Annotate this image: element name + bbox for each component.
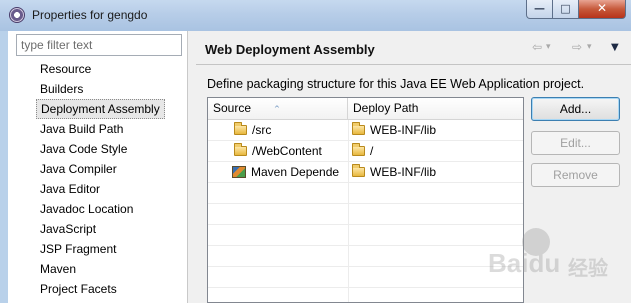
- tree-item-java-build-path[interactable]: Java Build Path: [36, 119, 165, 139]
- header-divider: [196, 64, 631, 65]
- table-row[interactable]: /WebContent /: [208, 141, 523, 162]
- watermark-text: Baidu: [488, 248, 561, 278]
- baidu-jingyan-watermark: Baidu 经验: [470, 226, 628, 280]
- folder-icon: [352, 164, 365, 177]
- column-header-source-label: Source: [213, 101, 252, 115]
- close-icon: ✕: [596, 1, 608, 15]
- tree-item-deployment-assembly[interactable]: Deployment Assembly: [36, 99, 165, 119]
- tree-item-java-editor[interactable]: Java Editor: [36, 179, 165, 199]
- table-row[interactable]: /src WEB-INF/lib: [208, 120, 523, 141]
- title-bar: Properties for gengdo — □ ✕: [0, 0, 631, 31]
- column-header-deploy-path[interactable]: Deploy Path: [348, 98, 523, 119]
- tree-item-resource[interactable]: Resource: [36, 59, 165, 79]
- tree-item-javascript[interactable]: JavaScript: [36, 219, 165, 239]
- source-label: /WebContent: [252, 144, 322, 158]
- add-button[interactable]: Add...: [531, 97, 620, 121]
- source-cell: /src: [234, 120, 348, 140]
- page-description: Define packaging structure for this Java…: [207, 77, 585, 91]
- minimize-button[interactable]: —: [526, 0, 553, 19]
- close-button[interactable]: ✕: [578, 0, 626, 19]
- tree-item-java-compiler[interactable]: Java Compiler: [36, 159, 165, 179]
- tree-item-jsp-fragment[interactable]: JSP Fragment: [36, 239, 165, 259]
- source-label: /src: [252, 123, 272, 137]
- page-title: Web Deployment Assembly: [205, 42, 375, 57]
- back-arrow-icon[interactable]: ⇦: [532, 40, 542, 54]
- folder-icon: [234, 122, 247, 135]
- source-label: Maven Depende: [251, 165, 340, 179]
- table-header: Source ^ Deploy Path: [208, 98, 523, 120]
- folder-icon: [352, 143, 365, 156]
- tree-item-maven[interactable]: Maven: [36, 259, 165, 279]
- page-header: Web Deployment Assembly ⇦ ▾ ⇨ ▾ ▼: [196, 33, 631, 63]
- tree-item-javadoc-location[interactable]: Javadoc Location: [36, 199, 165, 219]
- deploy-path-cell: WEB-INF/lib: [348, 162, 523, 182]
- maven-library-icon: [232, 166, 246, 178]
- source-cell: Maven Depende: [232, 162, 346, 182]
- folder-icon: [234, 143, 247, 156]
- tree-item-java-code-style[interactable]: Java Code Style: [36, 139, 165, 159]
- minimize-icon: —: [534, 2, 545, 15]
- remove-button[interactable]: Remove: [531, 163, 620, 187]
- window-title: Properties for gengdo: [32, 8, 148, 22]
- maximize-icon: □: [560, 2, 571, 15]
- table-row-empty: [208, 183, 523, 204]
- deploy-path-label: /: [370, 144, 374, 158]
- source-cell: /WebContent: [234, 141, 348, 161]
- folder-icon: [352, 122, 365, 135]
- eclipse-app-icon: [9, 7, 25, 23]
- table-row-empty: [208, 204, 523, 225]
- table-row[interactable]: Maven Depende WEB-INF/lib: [208, 162, 523, 183]
- maximize-button[interactable]: □: [552, 0, 579, 19]
- watermark-subtext: 经验: [568, 256, 608, 280]
- deploy-path-label: WEB-INF/lib: [370, 123, 436, 137]
- column-header-source[interactable]: Source ^: [208, 98, 348, 119]
- deploy-path-cell: /: [348, 141, 523, 161]
- tree-item-project-facets[interactable]: Project Facets: [36, 279, 165, 299]
- filter-input[interactable]: [16, 34, 182, 56]
- property-pages-tree: Resource Builders Deployment Assembly Ja…: [36, 59, 165, 299]
- sort-ascending-icon: ^: [274, 105, 280, 113]
- back-menu-chevron-icon[interactable]: ▾: [546, 42, 551, 52]
- view-menu-icon[interactable]: ▼: [611, 42, 619, 53]
- forward-menu-chevron-icon[interactable]: ▾: [587, 42, 592, 52]
- property-pages-pane: Resource Builders Deployment Assembly Ja…: [8, 31, 188, 303]
- tree-item-builders[interactable]: Builders: [36, 79, 165, 99]
- deploy-path-cell: WEB-INF/lib: [348, 120, 523, 140]
- edit-button[interactable]: Edit...: [531, 131, 620, 155]
- deploy-path-label: WEB-INF/lib: [370, 165, 436, 179]
- forward-arrow-icon[interactable]: ⇨: [572, 40, 582, 54]
